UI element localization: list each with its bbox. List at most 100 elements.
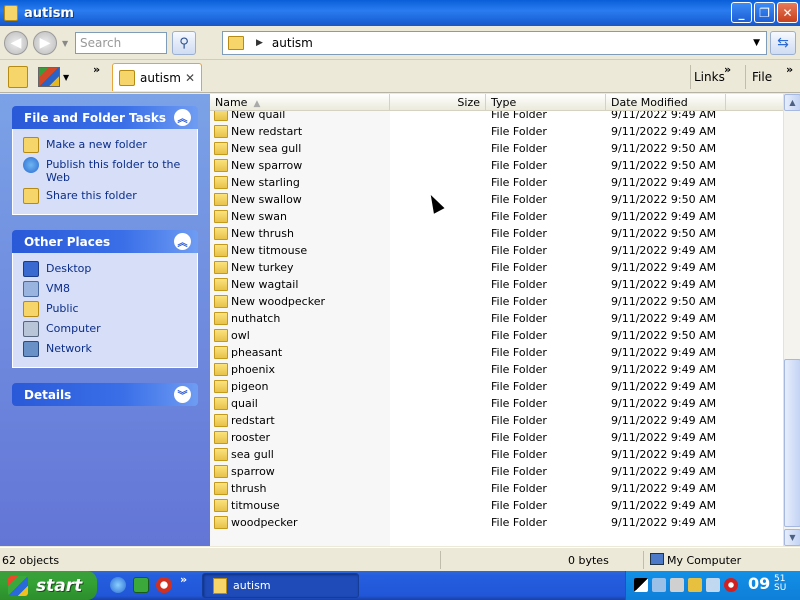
column-header-type[interactable]: Type: [486, 94, 606, 111]
table-row[interactable]: New sea gull File Folder 9/11/2022 9:50 AM: [210, 140, 783, 157]
place-computer[interactable]: Computer: [23, 321, 189, 337]
back-button[interactable]: ◀: [4, 31, 28, 55]
table-row[interactable]: sea gull File Folder 9/11/2022 9:49 AM: [210, 446, 783, 463]
clock-small[interactable]: 51 SU: [774, 575, 786, 593]
place-network[interactable]: Network: [23, 341, 189, 357]
expand-chevron-icon[interactable]: ︾: [174, 386, 191, 403]
table-row[interactable]: New turkey File Folder 9/11/2022 9:49 AM: [210, 259, 783, 276]
views-dropdown-icon[interactable]: ▼: [63, 73, 69, 82]
table-row[interactable]: nuthatch File Folder 9/11/2022 9:49 AM: [210, 310, 783, 327]
security-tray-icon[interactable]: [670, 578, 684, 592]
table-row[interactable]: New redstart File Folder 9/11/2022 9:49 AM: [210, 123, 783, 140]
column-header-name[interactable]: Name ▲: [210, 94, 390, 111]
folder-icon: [214, 125, 228, 138]
table-row[interactable]: sparrow File Folder 9/11/2022 9:49 AM: [210, 463, 783, 480]
scroll-up-button[interactable]: ▲: [784, 94, 800, 111]
folders-icon[interactable]: [8, 66, 28, 88]
panel-title: Other Places: [24, 234, 111, 249]
task-publish-web[interactable]: Publish this folder to the Web: [23, 157, 189, 184]
sort-ascending-icon: ▲: [253, 99, 261, 109]
links-toolbar[interactable]: Links: [694, 70, 725, 84]
header-label: Name: [215, 96, 248, 109]
tab-close-icon[interactable]: ✕: [185, 71, 195, 85]
links-chevron-icon[interactable]: »: [724, 63, 731, 76]
place-vm8[interactable]: VM8: [23, 281, 189, 297]
start-button[interactable]: start: [0, 571, 97, 600]
quicklaunch-chevron-icon[interactable]: »: [180, 573, 187, 586]
views-icon[interactable]: [38, 67, 60, 87]
task-label: autism: [233, 579, 271, 592]
network-tray-icon[interactable]: [652, 578, 666, 592]
table-row[interactable]: titmouse File Folder 9/11/2022 9:49 AM: [210, 497, 783, 514]
address-bar[interactable]: ▶ autism ▼: [222, 31, 767, 55]
toolbar-chevron-icon[interactable]: »: [93, 63, 100, 76]
table-row[interactable]: New thrush File Folder 9/11/2022 9:50 AM: [210, 225, 783, 242]
table-row[interactable]: owl File Folder 9/11/2022 9:50 AM: [210, 327, 783, 344]
title-bar[interactable]: autism _ ❐ ✕: [0, 0, 800, 26]
folder-icon: [214, 414, 228, 427]
internet-explorer-icon[interactable]: [110, 577, 126, 593]
magnifier-icon: ⚲: [179, 35, 189, 51]
place-desktop[interactable]: Desktop: [23, 261, 189, 277]
search-input[interactable]: Search: [75, 32, 167, 54]
close-button[interactable]: ✕: [777, 2, 798, 23]
collapse-chevron-icon[interactable]: ︽: [174, 233, 191, 250]
tab-autism[interactable]: autism ✕: [112, 63, 202, 91]
panel-header[interactable]: File and Folder Tasks ︽: [12, 106, 198, 129]
table-row[interactable]: thrush File Folder 9/11/2022 9:49 AM: [210, 480, 783, 497]
menu-chevron-icon[interactable]: »: [786, 63, 793, 76]
address-dropdown-icon[interactable]: ▼: [753, 38, 760, 48]
table-row[interactable]: pigeon File Folder 9/11/2022 9:49 AM: [210, 378, 783, 395]
column-header-date[interactable]: Date Modified: [606, 94, 726, 111]
table-row[interactable]: phoenix File Folder 9/11/2022 9:49 AM: [210, 361, 783, 378]
clock-time[interactable]: 09: [748, 574, 770, 593]
table-row[interactable]: New starling File Folder 9/11/2022 9:49 AM: [210, 174, 783, 191]
panel-header[interactable]: Details ︾: [12, 383, 198, 406]
address-text: autism: [271, 36, 313, 50]
file-date: 9/11/2022 9:49 AM: [611, 448, 717, 461]
tray-app-icon[interactable]: [634, 578, 648, 592]
table-row[interactable]: woodpecker File Folder 9/11/2022 9:49 AM: [210, 514, 783, 531]
show-desktop-icon[interactable]: [133, 577, 149, 593]
refresh-button[interactable]: ⇆: [770, 31, 796, 55]
place-public[interactable]: Public: [23, 301, 189, 317]
collapse-chevron-icon[interactable]: ︽: [174, 109, 191, 126]
file-name: nuthatch: [231, 312, 281, 325]
table-row[interactable]: New swallow File Folder 9/11/2022 9:50 AM: [210, 191, 783, 208]
task-share-folder[interactable]: Share this folder: [23, 188, 189, 204]
column-header-size[interactable]: Size: [390, 94, 486, 111]
panel-header[interactable]: Other Places ︽: [12, 230, 198, 253]
file-name: New redstart: [231, 125, 303, 138]
file-type: File Folder: [491, 448, 547, 461]
media-player-icon[interactable]: [156, 577, 172, 593]
table-row[interactable]: New titmouse File Folder 9/11/2022 9:49 AM: [210, 242, 783, 259]
folder-icon: [214, 448, 228, 461]
alert-tray-icon[interactable]: [724, 578, 738, 592]
table-row[interactable]: pheasant File Folder 9/11/2022 9:49 AM: [210, 344, 783, 361]
table-row[interactable]: rooster File Folder 9/11/2022 9:49 AM: [210, 429, 783, 446]
maximize-button[interactable]: ❐: [754, 2, 775, 23]
task-make-new-folder[interactable]: Make a new folder: [23, 137, 189, 153]
table-row[interactable]: quail File Folder 9/11/2022 9:49 AM: [210, 395, 783, 412]
my-computer-icon: [650, 553, 664, 565]
table-row[interactable]: redstart File Folder 9/11/2022 9:49 AM: [210, 412, 783, 429]
table-row[interactable]: New woodpecker File Folder 9/11/2022 9:50 …: [210, 293, 783, 310]
table-row[interactable]: New sparrow File Folder 9/11/2022 9:50 AM: [210, 157, 783, 174]
update-tray-icon[interactable]: [688, 578, 702, 592]
history-dropdown-icon[interactable]: ▼: [62, 39, 68, 48]
file-list[interactable]: New quail File Folder 9/11/2022 9:49 AM New…: [210, 94, 783, 546]
volume-tray-icon[interactable]: [706, 578, 720, 592]
file-menu[interactable]: File: [752, 70, 772, 84]
taskbar-button-autism[interactable]: autism: [202, 573, 359, 598]
search-button[interactable]: ⚲: [172, 31, 196, 55]
breadcrumb-arrow-icon[interactable]: ▶: [256, 38, 263, 48]
table-row[interactable]: New swan File Folder 9/11/2022 9:49 AM: [210, 208, 783, 225]
scroll-down-button[interactable]: ▼: [784, 529, 800, 546]
minimize-button[interactable]: _: [731, 2, 752, 23]
folder-icon: [214, 278, 228, 291]
file-name: pigeon: [231, 380, 269, 393]
forward-button[interactable]: ▶: [33, 31, 57, 55]
table-row[interactable]: New wagtail File Folder 9/11/2022 9:49 AM: [210, 276, 783, 293]
scroll-thumb[interactable]: [784, 359, 800, 527]
vertical-scrollbar[interactable]: ▲ ▼: [783, 94, 800, 546]
